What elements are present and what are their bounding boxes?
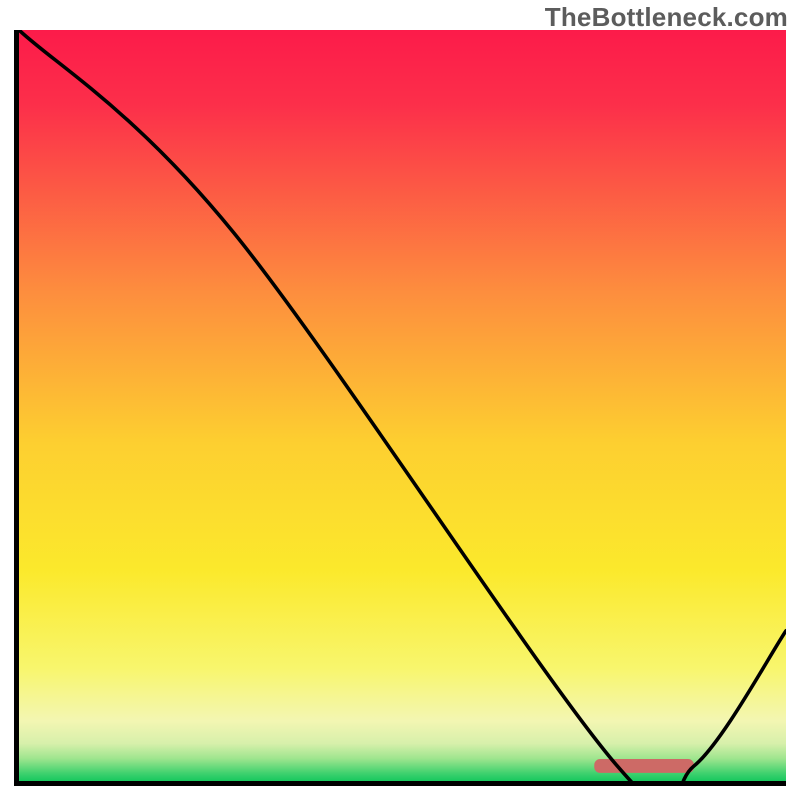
bottleneck-marker [594,759,694,773]
watermark-text: TheBottleneck.com [545,2,788,33]
bottleneck-chart [19,30,786,781]
gradient-background [19,30,786,781]
chart-axes-frame [14,30,786,786]
